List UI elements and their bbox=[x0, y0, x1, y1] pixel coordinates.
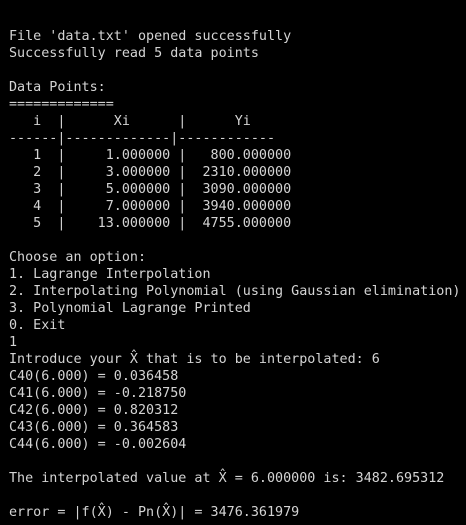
table-row: 3 | 5.000000 | 3090.000000 bbox=[9, 182, 292, 197]
table-row: 1 | 1.000000 | 800.000000 bbox=[9, 148, 292, 163]
coefficient-line: C44(6.000) = -0.002604 bbox=[9, 437, 187, 452]
menu-option: 2. Interpolating Polynomial (using Gauss… bbox=[9, 284, 461, 299]
interpolation-prompt: Introduce your X̂ that is to be interpol… bbox=[9, 352, 380, 367]
table-row: 5 | 13.000000 | 4755.000000 bbox=[9, 216, 292, 231]
coefficient-line: C41(6.000) = -0.218750 bbox=[9, 386, 187, 401]
coefficient-line: C43(6.000) = 0.364583 bbox=[9, 420, 179, 435]
error-line: error = |f(X̂) - Pn(X̂)| = 3476.361979 bbox=[9, 505, 300, 520]
output-line-points-read: Successfully read 5 data points bbox=[9, 46, 259, 61]
user-input-choice: 1 bbox=[9, 335, 18, 350]
output-line-file-opened: File 'data.txt' opened successfully bbox=[9, 29, 292, 44]
interpolated-result: The interpolated value at X̂ = 6.000000 … bbox=[9, 471, 445, 486]
coefficient-line: C42(6.000) = 0.820312 bbox=[9, 403, 179, 418]
table-separator: ------|-------------|------------ bbox=[9, 131, 276, 146]
table-header: i | Xi | Yi bbox=[9, 114, 251, 129]
heading-underline: ============= bbox=[9, 97, 114, 112]
menu-prompt: Choose an option: bbox=[9, 250, 147, 265]
table-row: 2 | 3.000000 | 2310.000000 bbox=[9, 165, 292, 180]
menu-option: 0. Exit bbox=[9, 318, 66, 333]
coefficient-line: C40(6.000) = 0.036458 bbox=[9, 369, 179, 384]
menu-option: 1. Lagrange Interpolation bbox=[9, 267, 211, 282]
menu-option: 3. Polynomial Lagrange Printed bbox=[9, 301, 251, 316]
table-row: 4 | 7.000000 | 3940.000000 bbox=[9, 199, 292, 214]
data-points-heading: Data Points: bbox=[9, 80, 106, 95]
terminal-window[interactable]: File 'data.txt' opened successfully Succ… bbox=[0, 0, 466, 525]
